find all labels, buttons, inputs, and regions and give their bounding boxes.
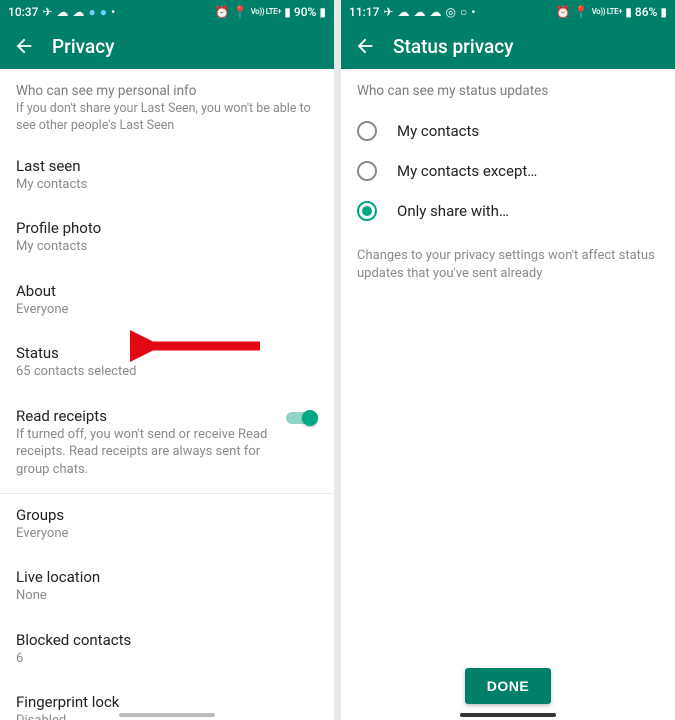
radio-icon bbox=[357, 201, 377, 221]
dot-icon: • bbox=[111, 5, 115, 19]
telegram-icon: ✈ bbox=[42, 5, 52, 19]
privacy-footnote: Changes to your privacy settings won't a… bbox=[341, 237, 675, 283]
battery-icon: ▮ bbox=[319, 5, 326, 19]
radio-label: My contacts except… bbox=[397, 162, 537, 180]
circle-icon: ○ bbox=[460, 5, 467, 19]
radio-label: My contacts bbox=[397, 122, 479, 140]
battery-pct: 90% bbox=[294, 5, 316, 19]
item-sub: My contacts bbox=[16, 238, 318, 256]
item-title: Last seen bbox=[16, 157, 318, 175]
item-profile-photo[interactable]: Profile photo My contacts bbox=[0, 207, 334, 270]
item-title: Profile photo bbox=[16, 219, 318, 237]
signal-icon: ▮ bbox=[284, 5, 291, 19]
radio-my-contacts-except[interactable]: My contacts except… bbox=[341, 151, 675, 191]
item-read-receipts[interactable]: Read receipts If turned off, you won't s… bbox=[0, 395, 334, 493]
item-sub: 65 contacts selected bbox=[16, 363, 318, 381]
item-groups[interactable]: Groups Everyone bbox=[0, 494, 334, 557]
status-time: 10:37 bbox=[8, 5, 38, 19]
item-title: Groups bbox=[16, 506, 318, 524]
chat-icon: ☁ bbox=[57, 5, 69, 19]
radio-icon bbox=[357, 121, 377, 141]
signal-icon: ▮ bbox=[625, 5, 632, 19]
status-time: 11:17 bbox=[349, 5, 379, 19]
app-bar: Privacy bbox=[0, 23, 334, 69]
item-title: Read receipts bbox=[16, 407, 274, 425]
page-title: Status privacy bbox=[393, 35, 513, 58]
privacy-list[interactable]: Who can see my personal info If you don'… bbox=[0, 69, 334, 720]
item-title: Fingerprint lock bbox=[16, 693, 318, 711]
item-title: Status bbox=[16, 344, 318, 362]
item-title: Blocked contacts bbox=[16, 631, 318, 649]
item-title: Live location bbox=[16, 568, 318, 586]
item-blocked-contacts[interactable]: Blocked contacts 6 bbox=[0, 619, 334, 682]
alarm-icon: ⏰ bbox=[215, 5, 230, 19]
alarm-icon: ⏰ bbox=[556, 5, 571, 19]
arrow-back-icon bbox=[13, 35, 35, 57]
section-header: Who can see my personal info bbox=[0, 69, 334, 101]
item-about[interactable]: About Everyone bbox=[0, 270, 334, 333]
chat-icon: ● bbox=[89, 5, 96, 19]
app-bar: Status privacy bbox=[341, 23, 675, 69]
chat-icon: ☁ bbox=[430, 5, 442, 19]
battery-pct: 86% bbox=[635, 5, 657, 19]
network-label: Vo)) LTE+ bbox=[592, 8, 623, 16]
read-receipts-toggle[interactable] bbox=[284, 409, 318, 427]
radio-my-contacts[interactable]: My contacts bbox=[341, 111, 675, 151]
section-sub: If you don't share your Last Seen, you w… bbox=[0, 101, 334, 145]
item-sub: If turned off, you won't send or receive… bbox=[16, 426, 274, 479]
item-sub: My contacts bbox=[16, 176, 318, 194]
status-bar: 11:17 ✈ ☁ ☁ ☁ ◎ ○ • ⏰ 📍 Vo)) LTE+ ▮ 86% … bbox=[341, 0, 675, 23]
item-status[interactable]: Status 65 contacts selected bbox=[0, 332, 334, 395]
chat-icon: ☁ bbox=[73, 5, 85, 19]
phone-privacy: 10:37 ✈ ☁ ☁ ● ● • ⏰ 📍 Vo)) LTE+ ▮ 90% ▮ … bbox=[0, 0, 334, 720]
gesture-handle bbox=[119, 713, 215, 717]
back-button[interactable] bbox=[349, 30, 381, 62]
item-sub: None bbox=[16, 587, 318, 605]
chat-icon: ● bbox=[100, 5, 107, 19]
section-header: Who can see my status updates bbox=[341, 69, 675, 105]
done-wrap: DONE bbox=[341, 668, 675, 704]
arrow-back-icon bbox=[354, 35, 376, 57]
page-title: Privacy bbox=[52, 35, 114, 58]
status-privacy-content: Who can see my status updates My contact… bbox=[341, 69, 675, 720]
item-live-location[interactable]: Live location None bbox=[0, 556, 334, 619]
item-sub: 6 bbox=[16, 650, 318, 668]
location-icon: 📍 bbox=[574, 5, 589, 19]
location-icon: 📍 bbox=[233, 5, 248, 19]
instagram-icon: ◎ bbox=[446, 5, 456, 19]
radio-only-share-with[interactable]: Only share with… bbox=[341, 191, 675, 231]
dot-icon: • bbox=[471, 5, 475, 19]
phone-status-privacy: 11:17 ✈ ☁ ☁ ☁ ◎ ○ • ⏰ 📍 Vo)) LTE+ ▮ 86% … bbox=[341, 0, 675, 720]
network-label: Vo)) LTE+ bbox=[251, 8, 282, 16]
item-sub: Everyone bbox=[16, 301, 318, 319]
chat-icon: ☁ bbox=[398, 5, 410, 19]
radio-icon bbox=[357, 161, 377, 181]
item-last-seen[interactable]: Last seen My contacts bbox=[0, 145, 334, 208]
item-sub: Everyone bbox=[16, 525, 318, 543]
telegram-icon: ✈ bbox=[383, 5, 393, 19]
status-bar: 10:37 ✈ ☁ ☁ ● ● • ⏰ 📍 Vo)) LTE+ ▮ 90% ▮ bbox=[0, 0, 334, 23]
gesture-handle bbox=[460, 713, 556, 717]
radio-group: My contacts My contacts except… Only sha… bbox=[341, 105, 675, 237]
back-button[interactable] bbox=[8, 30, 40, 62]
done-button[interactable]: DONE bbox=[465, 668, 551, 704]
chat-icon: ☁ bbox=[414, 5, 426, 19]
battery-icon: ▮ bbox=[660, 5, 667, 19]
radio-label: Only share with… bbox=[397, 202, 509, 220]
item-title: About bbox=[16, 282, 318, 300]
